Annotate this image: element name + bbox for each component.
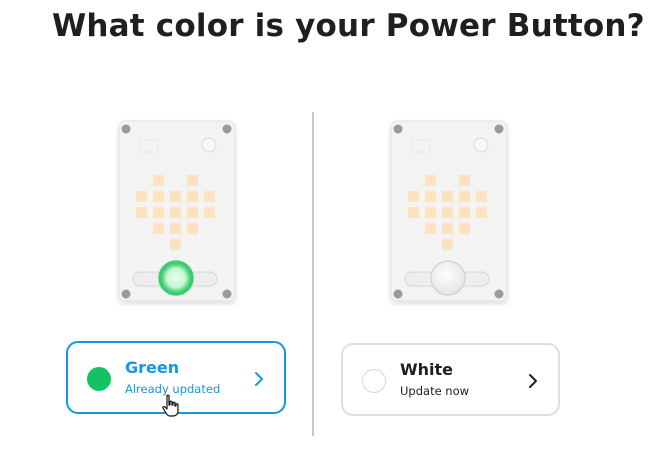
white-swatch — [362, 369, 386, 393]
device-image-green — [115, 118, 239, 306]
device-image-white — [387, 118, 511, 306]
chevron-right-icon — [255, 372, 263, 386]
chevron-right-icon — [529, 374, 537, 388]
page-title: What color is your Power Button? — [52, 8, 645, 44]
option-label: Green — [125, 358, 180, 377]
hand-pointer-icon — [162, 394, 179, 417]
green-swatch — [87, 367, 111, 391]
option-status: Update now — [400, 384, 470, 398]
column-divider — [312, 112, 314, 436]
option-label: White — [400, 360, 454, 379]
option-card-white[interactable]: White Update now — [341, 343, 560, 416]
